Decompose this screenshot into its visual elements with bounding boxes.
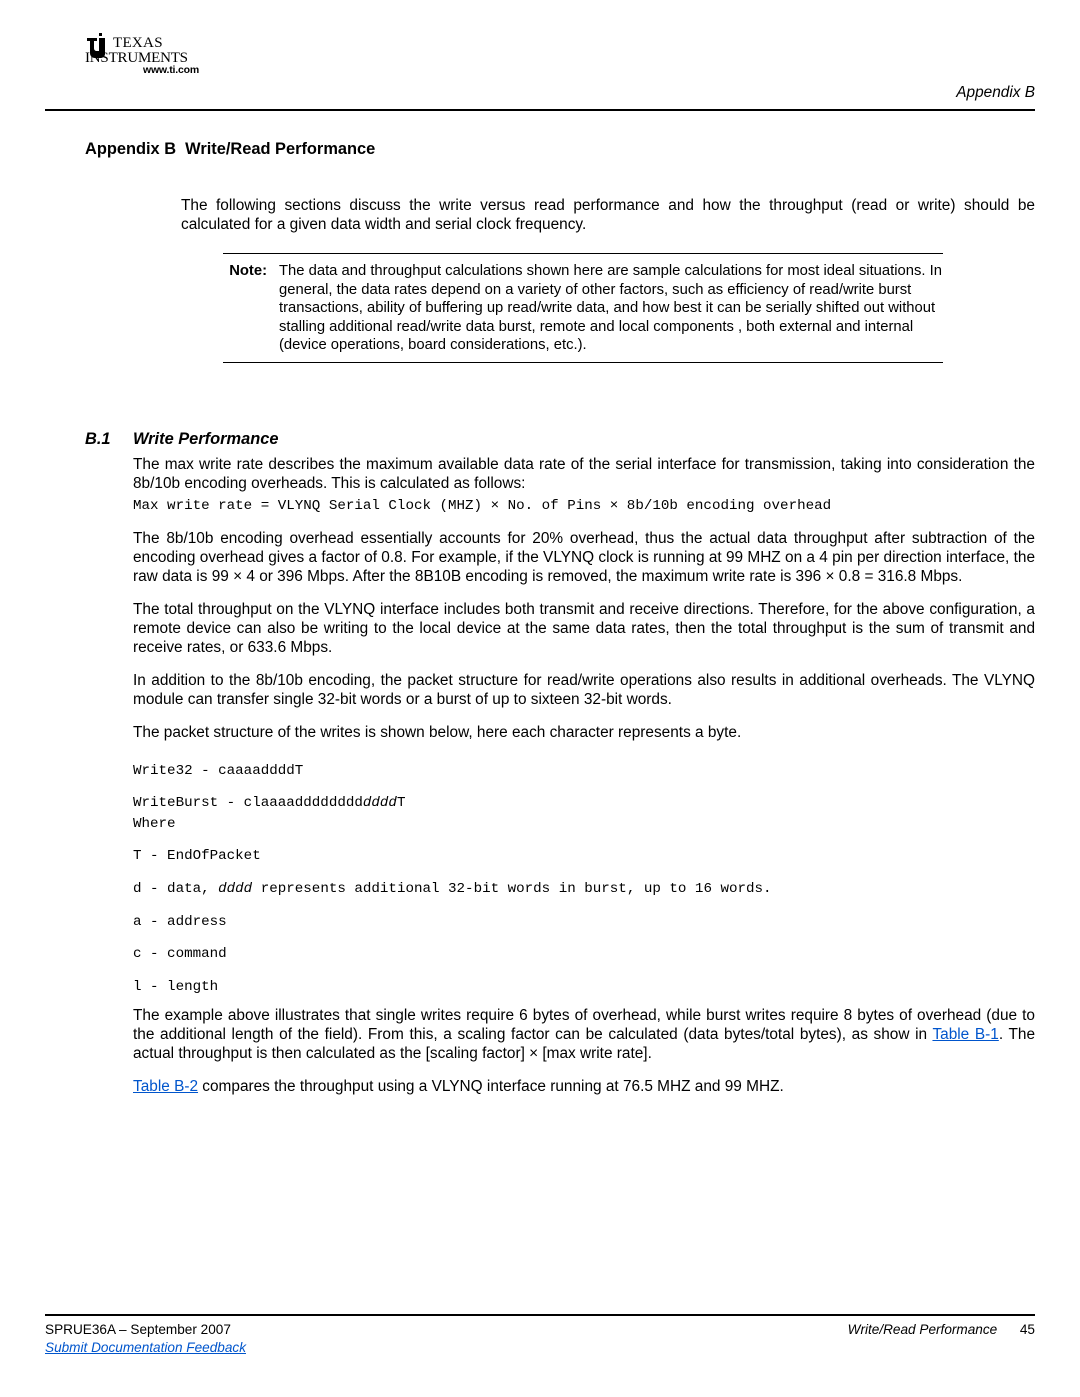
footer-docid: SPRUE36A – September 2007 — [45, 1322, 231, 1339]
code-line-a: a - address — [133, 912, 1035, 933]
note-rule-bottom — [223, 362, 943, 363]
paragraph-7: Table B-2 compares the throughput using … — [133, 1078, 1035, 1097]
code-wb-b: dddd — [363, 795, 397, 811]
paragraph-6: The example above illustrates that singl… — [133, 1007, 1035, 1064]
section-heading: B.1Write Performance — [85, 429, 1035, 449]
header-rule — [45, 109, 1035, 111]
ti-url-link[interactable]: www.ti.com — [143, 64, 203, 77]
footer-section-title: Write/Read Performance — [848, 1322, 998, 1337]
code-d-c: represents additional 32-bit words in bu… — [252, 881, 771, 897]
formula-line: Max write rate = VLYNQ Serial Clock (MHZ… — [133, 496, 1035, 517]
page-header: TEXAS INSTRUMENTS www.ti.com Appendix B — [45, 30, 1035, 105]
paragraph-1: The max write rate describes the maximum… — [133, 456, 1035, 494]
section-number: B.1 — [85, 429, 133, 449]
paragraph-2: The 8b/10b encoding overhead essentially… — [133, 530, 1035, 587]
note-label: Note: — [223, 262, 279, 354]
code-line-T: T - EndOfPacket — [133, 846, 1035, 867]
header-appendix-label: Appendix B — [956, 84, 1035, 103]
appendix-title: Appendix B Write/Read Performance — [85, 139, 1035, 159]
p6-a: The example above illustrates that singl… — [133, 1007, 1035, 1043]
code-d-b: dddd — [218, 881, 252, 897]
p7-b: compares the throughput using a VLYNQ in… — [198, 1078, 784, 1095]
submit-feedback-link[interactable]: Submit Documentation Feedback — [45, 1340, 246, 1355]
code-wb-a: WriteBurst - claaaadddddddd — [133, 795, 363, 811]
paragraph-4: In addition to the 8b/10b encoding, the … — [133, 672, 1035, 710]
logo-text-1: TEXAS — [113, 35, 163, 51]
intro-paragraph: The following sections discuss the write… — [181, 197, 1035, 235]
code-wb-c: T — [397, 795, 406, 811]
paragraph-3: The total throughput on the VLYNQ interf… — [133, 601, 1035, 658]
code-line-where: Where — [133, 814, 1035, 835]
code-line-writeburst: WriteBurst - claaaaddddddddddddT — [133, 793, 1035, 814]
section-title: Write Performance — [133, 430, 278, 448]
code-line-l: l - length — [133, 977, 1035, 998]
appendix-prefix: Appendix B — [85, 140, 176, 158]
table-b1-link[interactable]: Table B-1 — [932, 1026, 998, 1043]
table-b2-link[interactable]: Table B-2 — [133, 1078, 198, 1095]
code-line-d: d - data, dddd represents additional 32-… — [133, 879, 1035, 900]
note-block: Note: The data and throughput calculatio… — [223, 262, 943, 354]
ti-logo: TEXAS INSTRUMENTS www.ti.com — [85, 32, 203, 77]
code-line-write32: Write32 - caaaaddddT — [133, 761, 1035, 782]
paragraph-5: The packet structure of the writes is sh… — [133, 724, 1035, 743]
page-footer: SPRUE36A – September 2007 Write/Read Per… — [45, 1314, 1035, 1357]
note-text: The data and throughput calculations sho… — [279, 262, 943, 354]
code-d-a: d - data, — [133, 881, 218, 897]
footer-rule — [45, 1314, 1035, 1316]
appendix-name: Write/Read Performance — [185, 140, 375, 158]
footer-page-number: 45 — [1001, 1322, 1035, 1339]
note-rule-top — [223, 253, 943, 254]
code-line-c: c - command — [133, 944, 1035, 965]
